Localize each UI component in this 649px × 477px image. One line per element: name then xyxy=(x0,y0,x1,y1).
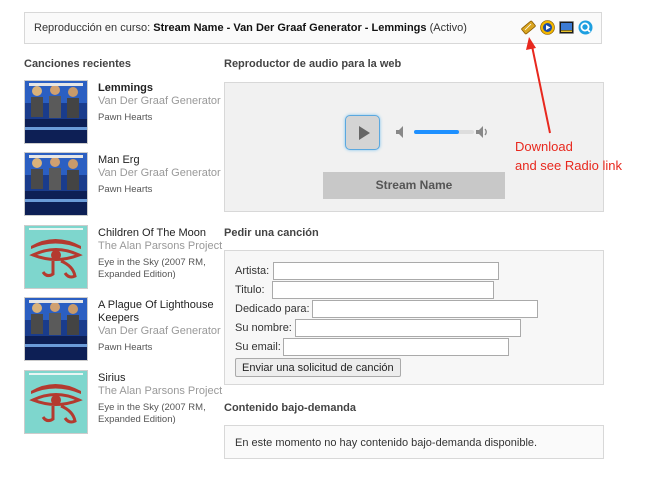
now-playing-track: Stream Name - Van Der Graaf Generator - … xyxy=(153,22,427,34)
download-icon[interactable] xyxy=(521,20,536,35)
now-playing-status: (Activo) xyxy=(429,22,467,34)
dedicated-field[interactable] xyxy=(312,300,538,318)
annotation-line2: and see Radio link xyxy=(515,158,622,173)
play-button[interactable] xyxy=(345,115,380,150)
recent-songs-title: Canciones recientes xyxy=(24,58,131,70)
list-item[interactable]: Sirius The Alan Parsons Project Eye in t… xyxy=(24,370,224,438)
player-title: Reproductor de audio para la web xyxy=(224,58,402,70)
artist-field[interactable] xyxy=(273,262,499,280)
email-label: Su email: xyxy=(235,341,281,353)
song-album: Eye in the Sky (2007 RM, Expanded Editio… xyxy=(98,257,206,280)
song-artist: The Alan Parsons Project xyxy=(98,240,223,252)
pawn-hearts-cover xyxy=(24,152,88,216)
email-field[interactable] xyxy=(283,338,509,356)
list-item[interactable]: Children Of The Moon The Alan Parsons Pr… xyxy=(24,225,224,293)
now-playing-text: Reproducción en curso: Stream Name - Van… xyxy=(34,22,467,34)
winamp-play-icon[interactable] xyxy=(540,20,555,35)
list-item[interactable]: A Plague Of Lighthouse Keepers Van Der G… xyxy=(24,297,224,365)
play-icon xyxy=(359,126,370,140)
ondemand-title: Contenido bajo-demanda xyxy=(224,402,356,414)
now-playing-bar: Reproducción en curso: Stream Name - Van… xyxy=(24,12,602,44)
volume-slider[interactable] xyxy=(414,130,474,134)
list-item[interactable]: Lemmings Van Der Graaf Generator Pawn He… xyxy=(24,80,224,148)
volume-low-icon[interactable] xyxy=(394,124,410,140)
submit-request-button[interactable]: Enviar una solicitud de canción xyxy=(235,358,401,377)
song-title: Lemmings xyxy=(98,82,154,94)
name-label: Su nombre: xyxy=(235,322,292,334)
song-album: Eye in the Sky (2007 RM, Expanded Editio… xyxy=(98,402,206,425)
song-artist: Van Der Graaf Generator xyxy=(98,95,221,107)
song-artist: The Alan Parsons Project xyxy=(98,385,223,397)
annotation-text: Download and see Radio link xyxy=(515,137,622,175)
stream-name-label: Stream Name xyxy=(323,172,505,199)
eye-in-the-sky-cover xyxy=(24,225,88,289)
now-playing-prefix: Reproducción en curso: xyxy=(34,22,151,34)
ondemand-panel: En este momento no hay contenido bajo-de… xyxy=(224,425,604,459)
song-album: Pawn Hearts xyxy=(98,184,153,195)
artist-label: Artista: xyxy=(235,265,270,277)
dedicated-label: Dedicado para: xyxy=(235,303,310,315)
request-title: Pedir una canción xyxy=(224,227,319,239)
eye-in-the-sky-cover xyxy=(24,370,88,434)
song-request-form: Artista: Titulo: Dedicado para: Su nombr… xyxy=(224,250,604,385)
pawn-hearts-cover xyxy=(24,297,88,361)
song-title: Children Of The Moon xyxy=(98,227,207,239)
name-field[interactable] xyxy=(295,319,521,337)
title-label: Titulo: xyxy=(235,284,265,296)
title-field[interactable] xyxy=(272,281,494,299)
list-item[interactable]: Man Erg Van Der Graaf Generator Pawn Hea… xyxy=(24,152,224,220)
song-artist: Van Der Graaf Generator xyxy=(98,325,221,337)
song-artist: Van Der Graaf Generator xyxy=(98,167,221,179)
annotation-line1: Download xyxy=(515,139,573,154)
song-title: Sirius xyxy=(98,372,126,384)
volume-high-icon[interactable] xyxy=(474,124,490,140)
song-album: Pawn Hearts xyxy=(98,342,153,353)
quicktime-icon[interactable] xyxy=(578,20,593,35)
song-album: Pawn Hearts xyxy=(98,112,153,123)
ondemand-message: En este momento no hay contenido bajo-de… xyxy=(235,437,538,449)
song-title: Man Erg xyxy=(98,154,140,166)
pawn-hearts-cover xyxy=(24,80,88,144)
media-player-icon[interactable] xyxy=(559,20,574,35)
volume-level xyxy=(414,130,459,134)
song-title: A Plague Of Lighthouse Keepers xyxy=(98,299,214,324)
